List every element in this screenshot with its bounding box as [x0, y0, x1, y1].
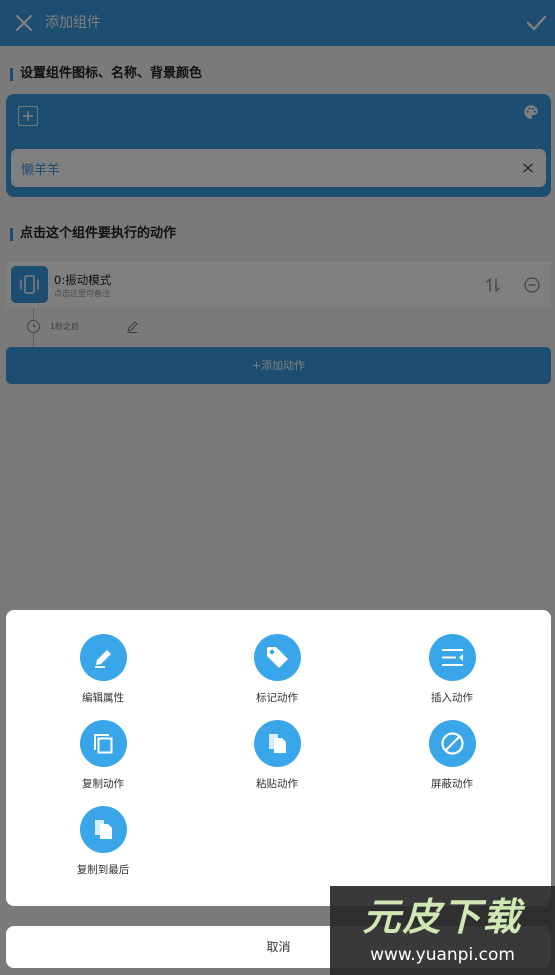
menu-item-icon-bg — [254, 720, 301, 767]
menu-item-label: 编辑属性 — [82, 692, 124, 704]
menu-item-label: 复制到最后 — [76, 864, 130, 876]
menu-item-block-action[interactable]: 屏蔽动作 — [392, 720, 512, 800]
menu-item-edit-properties[interactable]: 编辑属性 — [43, 634, 163, 714]
menu-item-label: 标记动作 — [256, 692, 298, 704]
menu-item-label: 复制动作 — [82, 778, 124, 790]
watermark-url: www.yuanpi.com — [370, 945, 515, 965]
menu-item-icon-bg — [80, 720, 127, 767]
menu-item-mark-action[interactable]: 标记动作 — [217, 634, 337, 714]
menu-item-copy-action[interactable]: 复制动作 — [43, 720, 163, 800]
menu-item-paste-action[interactable]: 粘贴动作 — [217, 720, 337, 800]
menu-item-label: 屏蔽动作 — [431, 778, 473, 790]
paste-icon — [269, 734, 286, 753]
menu-item-copy-to-end[interactable]: 复制到最后 — [43, 806, 163, 886]
copy-icon — [94, 734, 113, 754]
menu-item-icon-bg — [429, 720, 476, 767]
tag-icon — [267, 647, 288, 668]
menu-item-label: 插入动作 — [431, 692, 473, 704]
block-icon — [441, 732, 464, 755]
copy-to-end-icon — [95, 820, 112, 839]
menu-item-icon-bg — [429, 634, 476, 681]
watermark: 元皮下载 www.yuanpi.com — [330, 886, 555, 975]
pencil-icon — [95, 650, 111, 668]
menu-item-icon-bg — [254, 634, 301, 681]
insert-icon — [442, 649, 463, 666]
watermark-logo: 元皮下载 — [362, 895, 523, 939]
action-options-sheet: 编辑属性 标记动作 插入动作 复制动作 粘贴动作 屏蔽动作 复制到最后 — [6, 610, 551, 906]
menu-item-label: 粘贴动作 — [256, 778, 298, 790]
menu-item-icon-bg — [80, 634, 127, 681]
menu-item-icon-bg — [80, 806, 127, 853]
menu-item-insert-action[interactable]: 插入动作 — [392, 634, 512, 714]
